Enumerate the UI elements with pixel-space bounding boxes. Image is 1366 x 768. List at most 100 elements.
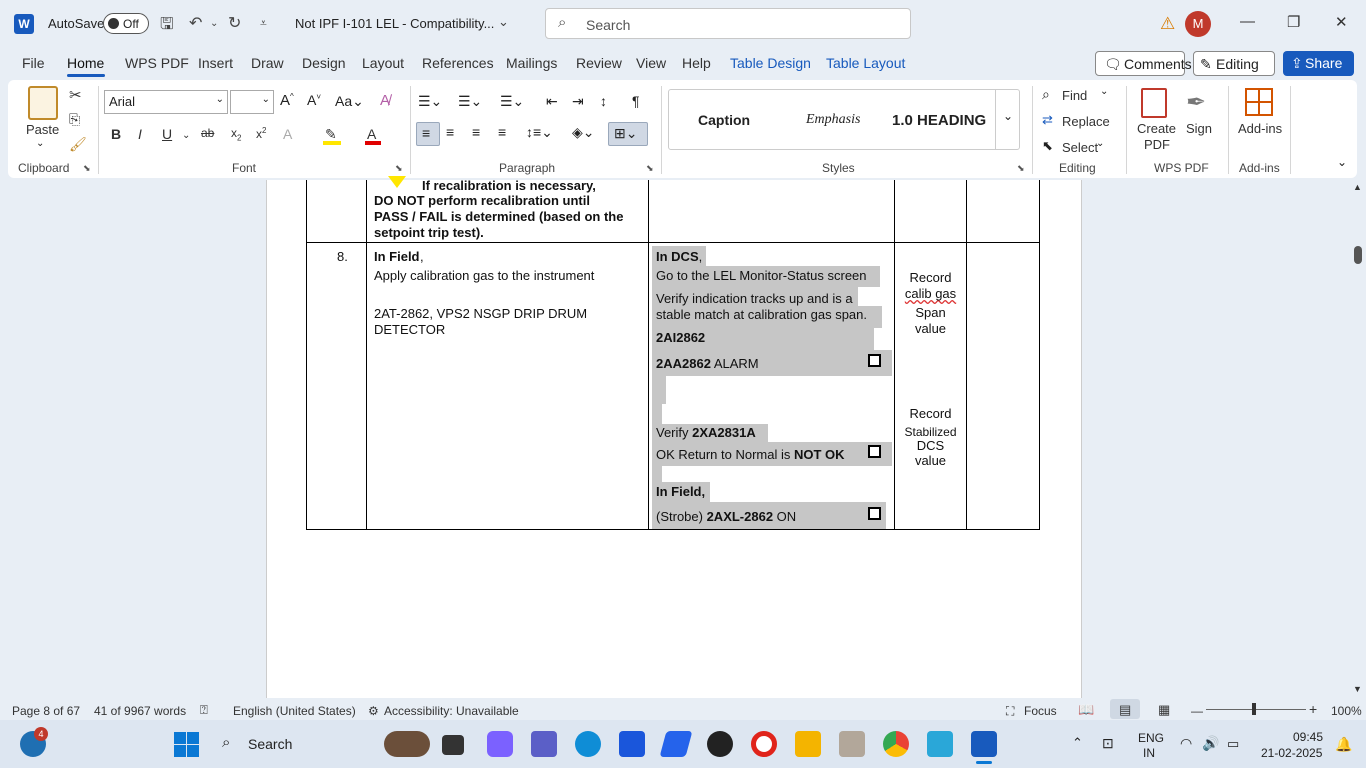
minimize-icon[interactable]: —	[1240, 13, 1255, 30]
underline-dropdown-icon[interactable]: ⌄	[182, 130, 190, 141]
chevron-down-icon[interactable]: ⌄	[1100, 86, 1108, 97]
zoom-out-icon[interactable]: —	[1191, 704, 1203, 718]
launcher-icon[interactable]: ⬊	[83, 163, 91, 174]
launcher-icon[interactable]: ⬊	[646, 163, 654, 174]
paste-button[interactable]: Paste	[26, 122, 59, 137]
launcher-icon[interactable]: ⬊	[395, 163, 403, 174]
app-icon[interactable]	[839, 731, 865, 757]
tab-table-design[interactable]: Table Design	[730, 55, 811, 71]
create-pdf-button[interactable]: Create	[1137, 121, 1176, 136]
language-primary[interactable]: ENG	[1138, 731, 1164, 745]
customize-qat-icon[interactable]: ⩡	[260, 16, 267, 31]
clock-date[interactable]: 21-02-2025	[1261, 746, 1322, 760]
warning-icon[interactable]: ⚠	[1160, 14, 1175, 34]
redo-icon[interactable]: ↻	[228, 13, 241, 33]
add-ins-button[interactable]: Add-ins	[1238, 121, 1282, 136]
subscript-icon[interactable]: x2	[231, 126, 241, 142]
tab-wps-pdf[interactable]: WPS PDF	[125, 55, 189, 71]
style-caption[interactable]: Caption	[698, 112, 750, 128]
style-heading[interactable]: 1.0 HEADING	[892, 112, 987, 129]
tab-draw[interactable]: Draw	[251, 55, 284, 71]
word-taskbar-icon[interactable]	[971, 731, 997, 757]
strobe-checkbox[interactable]	[868, 507, 881, 520]
strikethrough-icon[interactable]: ab	[201, 126, 214, 140]
network-status-icon[interactable]: ⊡	[1102, 735, 1114, 752]
zoom-slider[interactable]	[1206, 709, 1306, 710]
language-indicator[interactable]: English (United States)	[233, 704, 356, 718]
collapse-ribbon-icon[interactable]: ⌄	[1337, 155, 1347, 169]
borders-icon[interactable]: ⊞⌄	[608, 122, 648, 146]
sign-icon[interactable]: ✒	[1186, 88, 1206, 117]
find-button[interactable]: Find	[1062, 88, 1087, 103]
paste-icon[interactable]	[28, 86, 58, 120]
shading-icon[interactable]: ◈⌄	[572, 124, 595, 141]
tab-help[interactable]: Help	[682, 55, 711, 71]
windows-start-icon[interactable]	[174, 732, 199, 757]
proofing-icon[interactable]: ⍰	[200, 702, 208, 718]
wifi-icon[interactable]: ◠	[1180, 735, 1192, 752]
find-icon[interactable]: ⌕	[1042, 86, 1050, 103]
scroll-down-icon[interactable]: ▼	[1353, 684, 1362, 694]
style-emphasis[interactable]: Emphasis	[806, 112, 860, 128]
copy-icon[interactable]: ⎘	[69, 111, 80, 128]
styles-more-button[interactable]: ⌄	[995, 89, 1020, 150]
bold-icon[interactable]: B	[111, 126, 121, 142]
cut-icon[interactable]: ✂	[69, 86, 82, 104]
accessibility-icon[interactable]: ⚙	[368, 704, 379, 718]
save-icon[interactable]: 🖫	[160, 13, 174, 40]
sign-button[interactable]: Sign	[1186, 121, 1212, 136]
clock-time[interactable]: 09:45	[1293, 730, 1323, 744]
opera-icon[interactable]	[751, 731, 777, 757]
tab-view[interactable]: View	[636, 55, 666, 71]
word-count[interactable]: 41 of 9967 words	[94, 704, 186, 718]
font-color-icon[interactable]: A	[367, 126, 376, 142]
font-name-field[interactable]: Arial ⌄	[104, 90, 228, 114]
edge-icon[interactable]	[575, 731, 601, 757]
focus-button[interactable]: Focus	[1024, 704, 1057, 718]
chevron-down-icon[interactable]: ⌄	[498, 14, 509, 30]
create-pdf-icon[interactable]	[1141, 88, 1167, 118]
task-view-icon[interactable]	[442, 735, 464, 755]
battery-icon[interactable]: ▭	[1227, 736, 1239, 752]
scrollbar-thumb[interactable]	[1354, 246, 1362, 264]
replace-button[interactable]: Replace	[1062, 114, 1110, 129]
justify-icon[interactable]: ≡	[498, 124, 506, 140]
autosave-toggle[interactable]: Off	[103, 13, 149, 34]
format-painter-icon[interactable]: 🖌	[69, 136, 87, 153]
alarm-checkbox[interactable]	[868, 354, 881, 367]
search-input[interactable]: ⌕ Search	[545, 8, 911, 39]
ok-return-checkbox[interactable]	[868, 445, 881, 458]
chevron-down-icon[interactable]: ⌄	[1096, 138, 1104, 149]
grow-font-icon[interactable]: A^	[280, 92, 294, 109]
increase-indent-icon[interactable]: ⇥	[572, 93, 584, 110]
pilcrow-icon[interactable]: ¶	[632, 93, 640, 109]
select-icon[interactable]: ⬉	[1042, 138, 1053, 154]
chevron-up-icon[interactable]: ⌃	[1072, 735, 1083, 751]
undo-icon[interactable]: ↶	[189, 13, 202, 33]
multilevel-list-icon[interactable]: ☰⌄	[500, 93, 524, 110]
print-layout-icon[interactable]: ▤	[1119, 702, 1131, 718]
zoom-slider-thumb[interactable]	[1252, 703, 1256, 715]
avatar[interactable]: M	[1185, 11, 1211, 37]
notifications-icon[interactable]: 🔔	[1335, 736, 1352, 753]
page-indicator[interactable]: Page 8 of 67	[12, 704, 80, 718]
volume-icon[interactable]: 🔊	[1202, 735, 1219, 752]
align-right-icon[interactable]: ≡	[472, 124, 480, 140]
bullets-icon[interactable]: ☰⌄	[418, 93, 442, 110]
underline-icon[interactable]: U	[162, 126, 172, 142]
store-icon[interactable]	[619, 731, 645, 757]
widgets-icon[interactable]	[384, 731, 430, 757]
change-case-icon[interactable]: Aa⌄	[335, 93, 364, 110]
sort-icon[interactable]: ↕	[600, 93, 607, 109]
zoom-in-icon[interactable]: +	[1309, 701, 1317, 717]
select-button[interactable]: Select	[1062, 140, 1098, 155]
tab-design[interactable]: Design	[302, 55, 346, 71]
clear-formatting-icon[interactable]: A̸	[380, 92, 390, 109]
text-effects-icon[interactable]: A	[283, 126, 292, 142]
tab-layout[interactable]: Layout	[362, 55, 404, 71]
file-explorer-icon[interactable]	[795, 731, 821, 757]
tab-file[interactable]: File	[22, 55, 45, 71]
chrome-icon[interactable]	[883, 731, 909, 757]
dell-icon[interactable]	[707, 731, 733, 757]
paste-dropdown-icon[interactable]: ⌄	[36, 138, 44, 149]
